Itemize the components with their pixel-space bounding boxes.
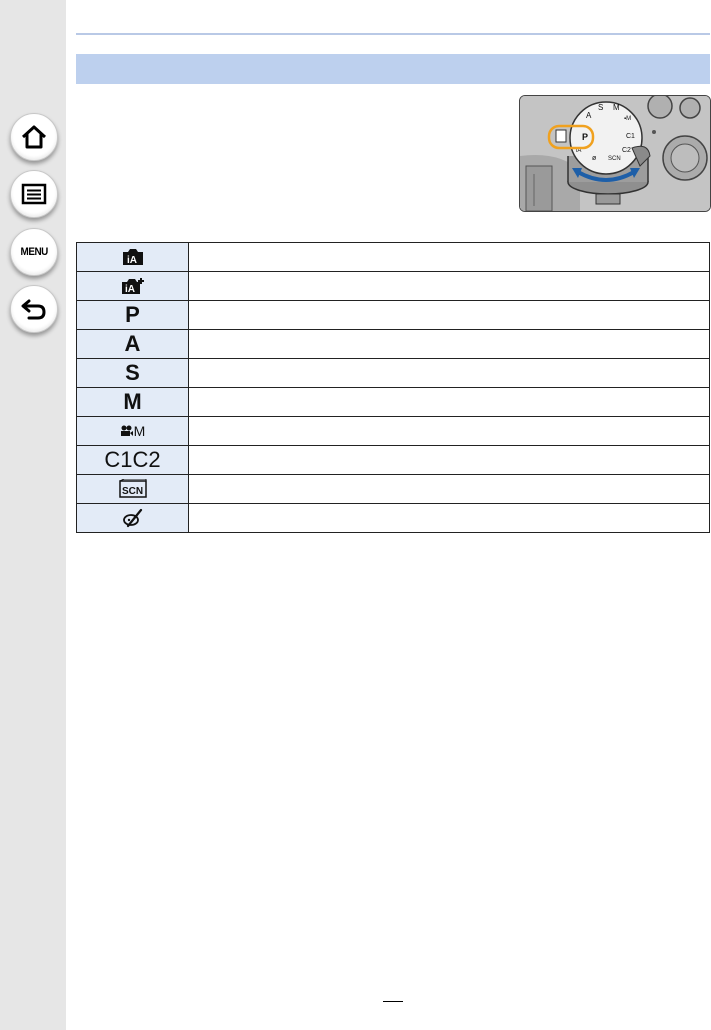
svg-text:S: S xyxy=(598,103,603,112)
aperture-priority-icon: A xyxy=(76,329,189,359)
table-row: M xyxy=(76,387,710,417)
mode-description xyxy=(188,416,710,446)
mode-description xyxy=(188,329,710,359)
table-row: iA xyxy=(76,271,710,301)
table-row: S xyxy=(76,358,710,388)
mode-description xyxy=(188,445,710,475)
program-ae-icon: P xyxy=(76,300,189,330)
table-row: M xyxy=(76,416,710,446)
svg-text:P: P xyxy=(582,132,588,142)
intelligent-auto-icon: iA xyxy=(76,242,189,272)
mode-dial-table: iA iA P A S M M C1C2 SCN xyxy=(76,242,710,533)
contents-button[interactable] xyxy=(10,170,58,218)
menu-icon: MENU xyxy=(20,246,48,258)
creative-video-icon: M xyxy=(76,416,189,446)
mode-description xyxy=(188,242,710,272)
table-row: P xyxy=(76,300,710,330)
svg-text:SCN: SCN xyxy=(122,486,143,497)
svg-text:iA: iA xyxy=(127,255,137,266)
svg-text:C2: C2 xyxy=(622,147,631,154)
scene-guide-icon: SCN xyxy=(76,474,189,504)
creative-control-icon xyxy=(76,503,189,533)
custom-mode-icon: C1C2 xyxy=(76,445,189,475)
mode-description xyxy=(188,358,710,388)
list-icon xyxy=(21,183,47,205)
intelligent-auto-plus-icon: iA xyxy=(76,271,189,301)
svg-text:M: M xyxy=(613,103,620,112)
table-row: SCN xyxy=(76,474,710,504)
mode-description xyxy=(188,271,710,301)
mode-description xyxy=(188,300,710,330)
svg-text:iA: iA xyxy=(125,284,135,295)
svg-text:▪M: ▪M xyxy=(624,116,631,122)
mode-description xyxy=(188,503,710,533)
return-arrow-icon xyxy=(21,299,46,320)
table-row: A xyxy=(76,329,710,359)
svg-text:A: A xyxy=(586,111,592,120)
section-heading-bar xyxy=(76,54,710,84)
svg-text:C1: C1 xyxy=(626,133,635,140)
camera-mode-dial-illustration: P A S M ▪M C1 C2 SCN ø iA xyxy=(519,95,711,212)
table-row: C1C2 xyxy=(76,445,710,475)
home-icon xyxy=(21,125,47,149)
svg-text:ø: ø xyxy=(592,155,597,162)
table-row xyxy=(76,503,710,533)
shutter-priority-icon: S xyxy=(76,358,189,388)
navigation-sidebar: MENU xyxy=(0,0,66,1030)
page-number-rule xyxy=(383,1001,403,1002)
menu-button[interactable]: MENU xyxy=(10,228,58,276)
mode-description xyxy=(188,474,710,504)
header-rule xyxy=(76,33,710,35)
back-button[interactable] xyxy=(10,285,58,333)
camera-mode-dial-icon: P A S M ▪M C1 C2 SCN ø iA xyxy=(520,96,710,211)
manual-exposure-icon: M xyxy=(76,387,189,417)
svg-text:SCN: SCN xyxy=(608,156,621,162)
table-row: iA xyxy=(76,242,710,272)
home-button[interactable] xyxy=(10,113,58,161)
mode-description xyxy=(188,387,710,417)
